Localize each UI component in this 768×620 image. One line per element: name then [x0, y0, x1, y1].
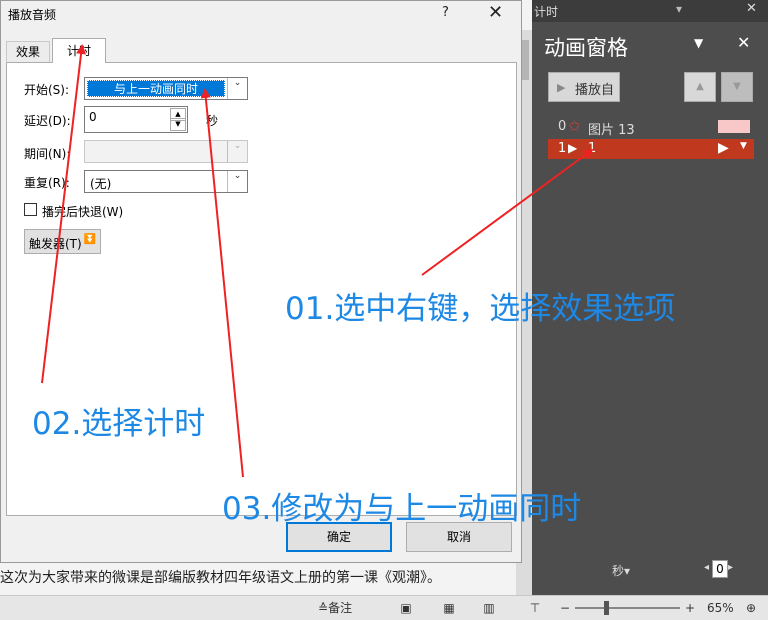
- reading-view-icon[interactable]: ▥: [478, 598, 500, 618]
- spin-down-icon[interactable]: ▼: [170, 118, 186, 131]
- dialog-title: 播放音频: [8, 8, 57, 22]
- pane-close-icon[interactable]: ✕: [737, 33, 750, 52]
- delay-unit: 秒: [206, 114, 219, 128]
- help-icon[interactable]: ?: [442, 5, 449, 20]
- repeat-label: 重复(R):: [24, 176, 70, 190]
- pane-topbar-title: 计时: [534, 5, 559, 19]
- rewind-label[interactable]: 播完后快退(W): [42, 203, 123, 220]
- tab-effect[interactable]: 效果: [6, 41, 50, 62]
- notes-label: 备注: [328, 601, 353, 615]
- zoom-prev-icon[interactable]: ◂: [704, 562, 709, 573]
- slideshow-icon[interactable]: ⊤: [524, 598, 546, 618]
- annotation-step1: 01.选中右键，选择效果选项: [285, 291, 676, 327]
- seconds-label: 秒: [612, 564, 625, 578]
- animation-item-selected[interactable]: 1 ▶ 1 ▶ ▼: [548, 139, 754, 159]
- animation-item-label: 1: [588, 141, 597, 156]
- animation-item-label: 图片 13: [588, 123, 635, 138]
- start-label: 开始(S):: [24, 83, 70, 97]
- zoom-slider[interactable]: [575, 607, 680, 609]
- zoom-in-button[interactable]: +: [685, 598, 695, 618]
- animation-item[interactable]: 0 ✩ 图片 13: [548, 117, 754, 138]
- duration-select: ⌄: [84, 140, 248, 163]
- delay-label: 延迟(D):: [24, 114, 71, 128]
- start-select[interactable]: 与上一动画同时 ⌄: [84, 77, 248, 100]
- timeline-zoom-box[interactable]: 0: [712, 560, 728, 578]
- item-menu-chevron-icon[interactable]: ▼: [740, 141, 747, 151]
- animation-item-number: 0: [558, 119, 567, 134]
- timeline-play-icon: ▶: [718, 140, 729, 156]
- status-bar: ≙备注 ▣ ▦ ▥ ⊤ − + 65% ⊕: [0, 595, 768, 620]
- dialog-close-icon[interactable]: ✕: [488, 2, 503, 23]
- annotation-step3: 03.修改为与上一动画同时: [222, 491, 582, 527]
- star-effect-icon: ✩: [568, 117, 581, 135]
- pane-topbar: [532, 0, 768, 22]
- play-from-button[interactable]: ▶ 播放自: [548, 72, 620, 102]
- chevron-down-icon: ⌄: [227, 78, 247, 99]
- duration-label: 期间(N):: [24, 147, 71, 161]
- start-selected-value: 与上一动画同时: [87, 80, 225, 97]
- notes-button[interactable]: ≙备注: [318, 598, 352, 618]
- zoom-slider-thumb[interactable]: [604, 601, 609, 615]
- delay-value: 0: [89, 110, 97, 124]
- zoom-out-button[interactable]: −: [560, 598, 570, 618]
- media-play-icon: ▶: [568, 141, 578, 155]
- pane-title: 动画窗格: [544, 36, 628, 60]
- slide-caption: 这次为大家带来的微课是部编版教材四年级语文上册的第一课《观潮》。: [0, 570, 441, 586]
- seconds-dropdown[interactable]: 秒▾: [612, 562, 630, 579]
- pane-options-chevron-icon[interactable]: ▼: [694, 36, 703, 50]
- close-icon[interactable]: ✕: [746, 1, 757, 16]
- chevron-down-icon: ⌄: [227, 141, 247, 162]
- move-up-button[interactable]: ▲: [684, 72, 716, 102]
- repeat-value: (无): [90, 177, 112, 191]
- triggers-label: 触发器(T): [29, 237, 82, 251]
- fit-to-window-icon[interactable]: ⊕: [746, 598, 756, 618]
- animation-item-number: 1: [558, 141, 567, 156]
- chevron-down-icon: ⌄: [227, 171, 247, 192]
- delay-spinner[interactable]: 0 ▲ ▼: [84, 106, 188, 133]
- slide-sorter-icon[interactable]: ▦: [438, 598, 460, 618]
- normal-view-icon[interactable]: ▣: [395, 598, 417, 618]
- double-chevron-down-icon: ⏬: [83, 234, 96, 245]
- triggers-button[interactable]: 触发器(T) ⏬: [24, 229, 101, 254]
- annotation-step2: 02.选择计时: [32, 406, 206, 442]
- zoom-next-icon[interactable]: ▸: [728, 562, 733, 573]
- repeat-select[interactable]: (无) ⌄: [84, 170, 248, 193]
- tab-timing[interactable]: 计时: [52, 38, 106, 63]
- timeline-bar: [718, 120, 750, 133]
- chevron-down-icon[interactable]: ▾: [676, 2, 682, 16]
- rewind-checkbox[interactable]: [24, 203, 37, 216]
- move-down-button[interactable]: ▼: [721, 72, 753, 102]
- play-from-label: 播放自: [575, 83, 615, 98]
- zoom-level[interactable]: 65%: [707, 598, 734, 618]
- play-icon: ▶: [557, 81, 566, 94]
